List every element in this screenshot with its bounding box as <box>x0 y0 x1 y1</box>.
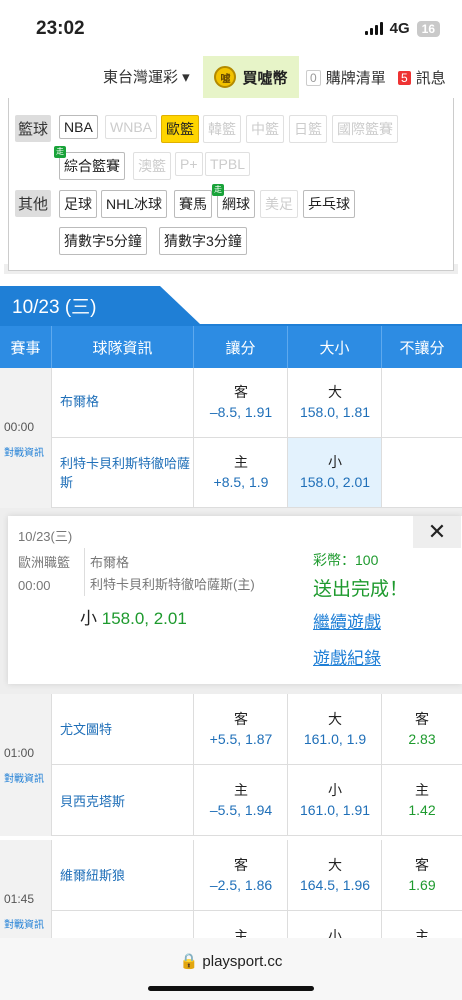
cart-label: 購牌清單 <box>325 70 386 87</box>
filter-soccer[interactable]: 足球 <box>59 190 97 218</box>
filter-nhl[interactable]: NHL冰球 <box>101 190 168 218</box>
bet-confirmation-popup: 10/23(三) 歐洲職籃 00:00 布爾格 利特卡貝利斯特徹哈薩斯(主) 小… <box>8 516 462 684</box>
continue-game-link[interactable]: 繼續遊戲 <box>313 608 381 633</box>
message-count-badge: 5 <box>398 70 411 85</box>
filter-china[interactable]: 中籃 <box>246 115 284 143</box>
header-event: 賽事 <box>0 326 52 368</box>
network-label: 4G <box>389 20 410 37</box>
home-team: 貝西克塔斯 <box>60 794 126 809</box>
match-time: 01:00 <box>4 746 35 760</box>
match-report-link[interactable]: 對戰資訊 <box>4 770 44 785</box>
filter-tennis[interactable]: 走 網球 <box>212 184 255 218</box>
filter-japan[interactable]: 日籃 <box>289 115 327 143</box>
sport-filter-panel: 籃球 NBA WNBA 歐籃 韓籃 中籃 日籃 國際籃賽 走 綜合籃賽 澳籃 P… <box>8 98 454 271</box>
cart-link[interactable]: 0 購牌清單 <box>306 67 386 88</box>
filter-tpbl[interactable]: TPBL <box>205 152 251 176</box>
popup-league: 歐洲職籃 <box>18 555 71 570</box>
filter-pplus[interactable]: P+ <box>175 152 203 176</box>
filter-guess3[interactable]: 猜數字3分鐘 <box>159 227 247 255</box>
away-moneyline-cell[interactable] <box>382 368 462 438</box>
match-report-link[interactable]: 對戰資訊 <box>4 916 44 931</box>
header-moneyline: 不讓分 <box>399 339 445 357</box>
away-team: 布爾格 <box>60 394 100 409</box>
game-records-link[interactable]: 遊戲紀錄 <box>313 644 381 669</box>
home-moneyline-cell[interactable] <box>382 438 462 508</box>
popup-date: 10/23(三) <box>18 529 73 544</box>
header-team: 球隊資訊 <box>52 326 194 368</box>
buy-coins-button[interactable]: 噓 買噓幣 <box>203 56 299 98</box>
basketball-row-label: 籃球 <box>15 115 52 142</box>
live-badge-icon: 走 <box>212 184 224 196</box>
top-nav: 東台灣運彩 ▾ 噓 買噓幣 0 購牌清單 5 訊息 <box>0 56 462 98</box>
popup-time: 00:00 <box>18 578 51 593</box>
filter-korea[interactable]: 韓籃 <box>203 115 241 143</box>
filter-football[interactable]: 美足 <box>260 190 298 218</box>
match-report-link[interactable]: 對戰資訊 <box>4 444 44 459</box>
signal-icon <box>364 22 383 35</box>
filter-combined[interactable]: 走 綜合籃賽 <box>54 146 125 180</box>
away-team: 尤文圖特 <box>60 722 113 737</box>
filter-nba[interactable]: NBA <box>59 115 98 139</box>
lottery-dropdown[interactable]: 東台灣運彩 ▾ <box>103 66 190 87</box>
filter-horse[interactable]: 賽馬 <box>174 190 212 218</box>
match-row: 01:00 對戰資訊 尤文圖特 客 +5.5, 1.87 大 161.0, 1.9 … <box>0 694 462 836</box>
other-row-label: 其他 <box>15 190 52 217</box>
filter-australia[interactable]: 澳籃 <box>133 152 171 180</box>
popup-coins: 彩幣：100 <box>313 552 379 568</box>
clock: 23:02 <box>36 18 85 39</box>
popup-bet: 小 158.0, 2.01 <box>80 609 187 628</box>
messages-label: 訊息 <box>415 70 446 87</box>
away-team: 維爾紐斯狼 <box>60 868 126 883</box>
table-header: 賽事 球隊資訊 讓分 大小 不讓分 <box>0 326 462 368</box>
popup-team-home: 利特卡貝利斯特徹哈薩斯(主) <box>90 577 255 592</box>
match-time: 01:45 <box>4 892 35 906</box>
filter-guess5[interactable]: 猜數字5分鐘 <box>59 227 147 255</box>
header-spread: 讓分 <box>194 326 288 368</box>
home-indicator[interactable] <box>148 986 314 991</box>
cart-count-badge: 0 <box>306 69 321 86</box>
match-time: 00:00 <box>4 420 35 434</box>
filter-wnba[interactable]: WNBA <box>105 115 157 139</box>
filter-euroleague[interactable]: 歐籃 <box>161 115 199 143</box>
popup-team-away: 布爾格 <box>90 555 130 570</box>
filter-international[interactable]: 國際籃賽 <box>332 115 398 143</box>
browser-url-bar[interactable]: 🔒 playsport.cc <box>0 938 462 1000</box>
match-row: 01:45 對戰資訊 維爾紐斯狼 客 –2.5, 1.86 大 164.5, 1.9… <box>0 840 462 938</box>
url-text[interactable]: 🔒 playsport.cc <box>0 952 462 970</box>
buy-coins-label: 買噓幣 <box>242 69 288 87</box>
home-team: 利特卡貝利斯特徹哈薩斯 <box>60 456 191 490</box>
match-row: 00:00 對戰資訊 布爾格 客 –8.5, 1.91 大 158.0, 1.81 … <box>0 368 462 508</box>
live-badge-icon: 走 <box>54 146 66 158</box>
header-total: 大小 <box>288 326 382 368</box>
status-bar: 23:02 4G 16 <box>0 0 462 56</box>
battery-icon: 16 <box>416 20 440 37</box>
close-icon[interactable]: ✕ <box>413 516 461 548</box>
coin-icon: 噓 <box>214 66 237 88</box>
date-tab[interactable]: 10/23 (三) <box>0 286 200 324</box>
filter-pingpong[interactable]: 乒乓球 <box>303 190 355 218</box>
messages-link[interactable]: 5 訊息 <box>398 67 446 88</box>
popup-success-message: 送出完成！ <box>313 579 409 600</box>
